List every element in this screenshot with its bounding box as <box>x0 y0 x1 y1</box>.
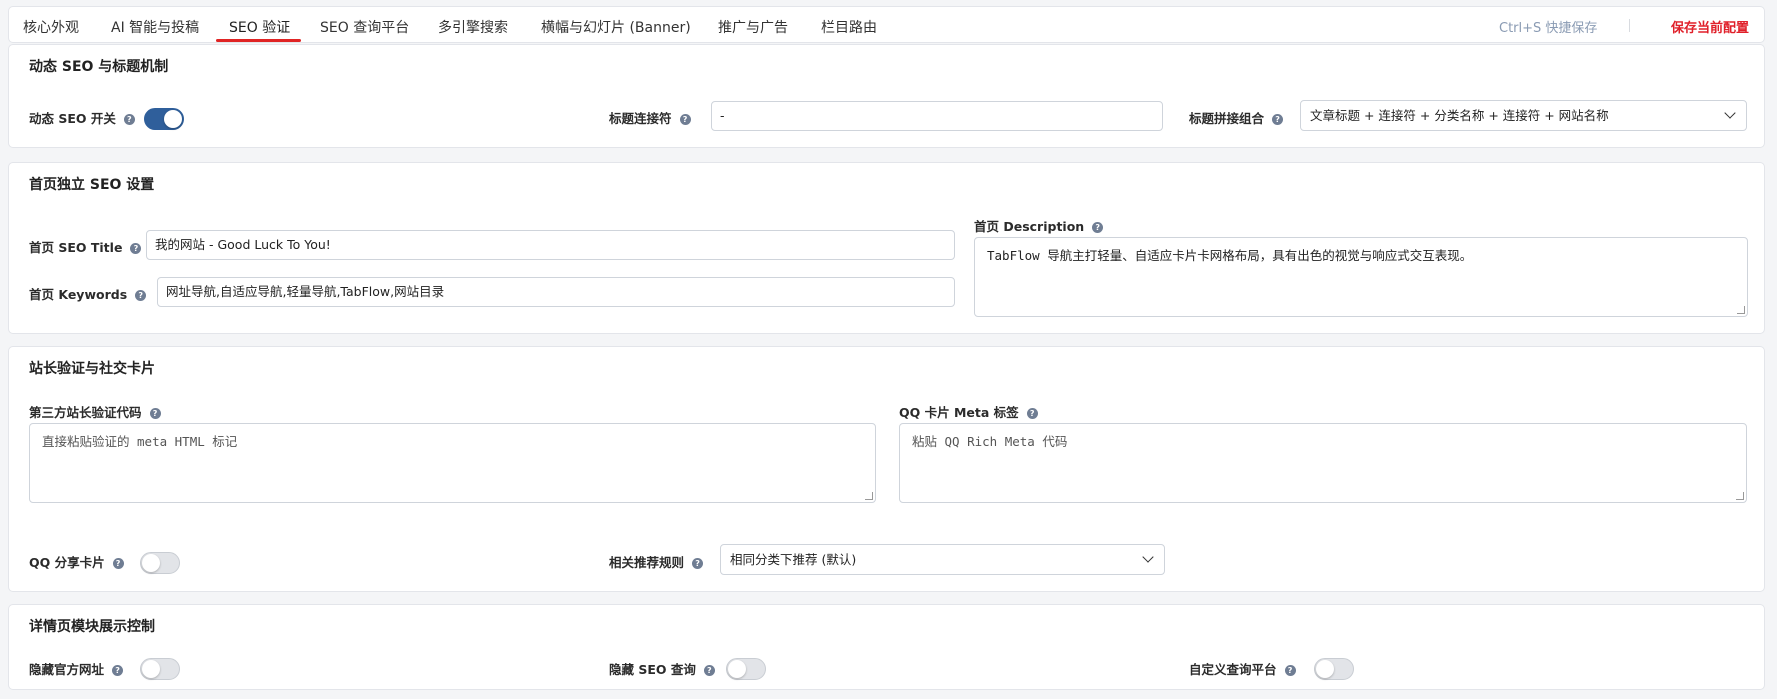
resize-handle-icon[interactable] <box>1737 306 1745 314</box>
section-title: 首页独立 SEO 设置 <box>29 177 155 193</box>
tab-core-appearance[interactable]: 核心外观 <box>23 17 79 37</box>
field-label: 标题连接符? <box>609 108 691 127</box>
field-label: 隐藏 SEO 查询? <box>609 659 715 678</box>
section-title: 动态 SEO 与标题机制 <box>29 59 169 75</box>
help-icon[interactable]: ? <box>112 558 124 569</box>
tab-seo-verify[interactable]: SEO 验证 <box>229 17 290 37</box>
toolbar-divider <box>1629 19 1630 32</box>
home-keywords-input[interactable]: 网址导航,自适应导航,轻量导航,TabFlow,网站目录 <box>157 277 955 307</box>
field-label: 首页 SEO Title? <box>29 237 142 256</box>
qq-share-toggle[interactable] <box>140 552 180 574</box>
help-icon[interactable]: ? <box>123 114 135 125</box>
field-label: 首页 Description? <box>974 216 1104 235</box>
field-label: 标题拼接组合? <box>1189 108 1284 127</box>
settings-tab-bar: 核心外观 AI 智能与投稿 SEO 验证 SEO 查询平台 多引擎搜索 横幅与幻… <box>8 6 1765 43</box>
title-combo-select[interactable]: 文章标题 + 连接符 + 分类名称 + 连接符 + 网站名称 <box>1300 100 1747 131</box>
hide-seo-query-toggle[interactable] <box>726 658 766 680</box>
select-value: 相同分类下推荐 (默认) <box>730 552 857 567</box>
section-title: 详情页模块展示控制 <box>29 619 155 635</box>
tab-seo-query-platform[interactable]: SEO 查询平台 <box>320 17 409 37</box>
qq-meta-textarea[interactable]: 粘贴 QQ Rich Meta 代码 <box>899 423 1747 503</box>
textarea-placeholder: 粘贴 QQ Rich Meta 代码 <box>912 434 1068 449</box>
related-rule-select[interactable]: 相同分类下推荐 (默认) <box>720 544 1165 575</box>
help-icon[interactable]: ? <box>1092 222 1104 233</box>
resize-handle-icon[interactable] <box>1736 492 1744 500</box>
tab-promotion-ads[interactable]: 推广与广告 <box>718 17 788 37</box>
section-verify-social: 站长验证与社交卡片 第三方站长验证代码? 直接粘贴验证的 meta HTML 标… <box>8 346 1765 592</box>
help-icon[interactable]: ? <box>135 290 147 301</box>
field-label: 自定义查询平台? <box>1189 659 1296 678</box>
field-label: 首页 Keywords? <box>29 284 147 303</box>
hide-official-url-toggle[interactable] <box>140 658 180 680</box>
shortcut-hint: Ctrl+S 快捷保存 <box>1499 21 1598 36</box>
home-seo-title-input[interactable]: 我的网站 - Good Luck To You! <box>146 230 955 260</box>
toggle-knob <box>142 660 160 678</box>
field-label: 相关推荐规则? <box>609 552 704 571</box>
section-title: 站长验证与社交卡片 <box>29 361 155 377</box>
resize-handle-icon[interactable] <box>865 492 873 500</box>
tab-banner-slides[interactable]: 横幅与幻灯片 (Banner) <box>541 17 691 37</box>
active-tab-indicator <box>216 39 301 42</box>
verify-code-textarea[interactable]: 直接粘贴验证的 meta HTML 标记 <box>29 423 876 503</box>
dynamic-seo-toggle[interactable] <box>144 108 184 130</box>
help-icon[interactable]: ? <box>149 408 161 419</box>
help-icon[interactable]: ? <box>1272 114 1284 125</box>
tab-multi-engine-search[interactable]: 多引擎搜索 <box>438 17 508 37</box>
section-dynamic-seo: 动态 SEO 与标题机制 动态 SEO 开关? 标题连接符? - 标题拼接组合?… <box>8 44 1765 148</box>
toggle-knob <box>142 554 160 572</box>
section-detail-modules: 详情页模块展示控制 隐藏官方网址? 隐藏 SEO 查询? 自定义查询平台? <box>8 604 1765 690</box>
help-icon[interactable]: ? <box>1284 665 1296 676</box>
textarea-value: TabFlow 导航主打轻量、自适应卡片卡网格布局，具有出色的视觉与响应式交互表… <box>987 248 1473 263</box>
help-icon[interactable]: ? <box>703 665 715 676</box>
help-icon[interactable]: ? <box>112 665 124 676</box>
custom-query-platform-toggle[interactable] <box>1314 658 1354 680</box>
save-config-button[interactable]: 保存当前配置 <box>1671 17 1749 36</box>
textarea-placeholder: 直接粘贴验证的 meta HTML 标记 <box>42 434 238 449</box>
toggle-knob <box>1316 660 1334 678</box>
help-icon[interactable]: ? <box>1026 408 1038 419</box>
field-label: 隐藏官方网址? <box>29 659 124 678</box>
chevron-down-icon <box>1724 107 1736 119</box>
section-homepage-seo: 首页独立 SEO 设置 首页 SEO Title? 我的网站 - Good Lu… <box>8 162 1765 334</box>
home-description-textarea[interactable]: TabFlow 导航主打轻量、自适应卡片卡网格布局，具有出色的视觉与响应式交互表… <box>974 237 1748 317</box>
tab-column-routes[interactable]: 栏目路由 <box>821 17 877 37</box>
help-icon[interactable]: ? <box>679 114 691 125</box>
select-value: 文章标题 + 连接符 + 分类名称 + 连接符 + 网站名称 <box>1310 108 1609 123</box>
toggle-knob <box>728 660 746 678</box>
toggle-knob <box>164 110 182 128</box>
chevron-down-icon <box>1142 551 1154 563</box>
tab-ai-submission[interactable]: AI 智能与投稿 <box>111 17 199 37</box>
field-label: 动态 SEO 开关? <box>29 108 135 127</box>
field-label: 第三方站长验证代码? <box>29 402 161 421</box>
field-label: QQ 卡片 Meta 标签? <box>899 402 1038 421</box>
field-label: QQ 分享卡片? <box>29 552 124 571</box>
title-separator-input[interactable]: - <box>711 101 1163 131</box>
help-icon[interactable]: ? <box>130 243 142 254</box>
help-icon[interactable]: ? <box>692 558 704 569</box>
